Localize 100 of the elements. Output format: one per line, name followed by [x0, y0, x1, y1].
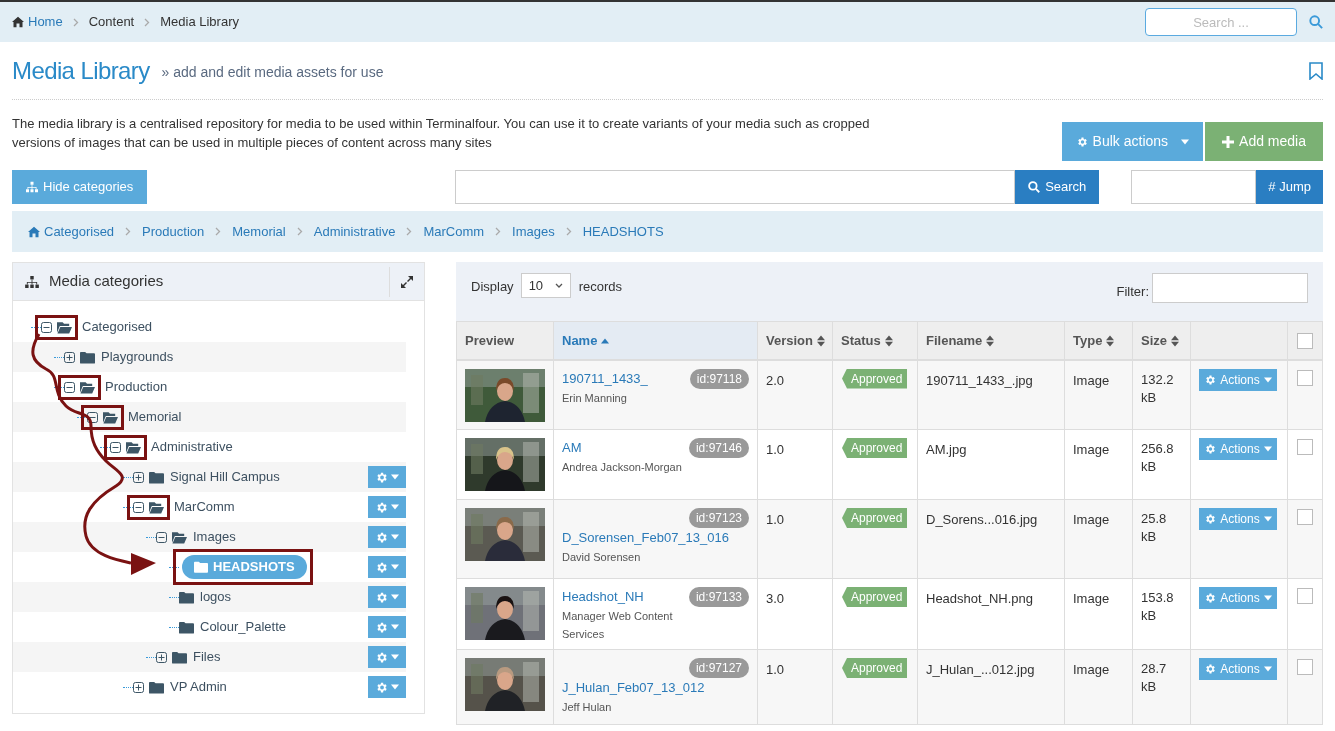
tree-item[interactable]: Administrative	[151, 437, 406, 457]
row-checkbox[interactable]	[1297, 509, 1313, 525]
home-link[interactable]: Home	[12, 12, 63, 32]
column-header[interactable]: Size	[1132, 321, 1191, 360]
gear-icon	[1204, 663, 1217, 675]
actions-button[interactable]: Actions	[1199, 587, 1277, 609]
category-menu-button[interactable]	[368, 496, 406, 518]
caret-icon	[391, 473, 399, 481]
table-cell: AM.jpg	[917, 429, 1065, 500]
media-name-link[interactable]: Headshot_NH	[562, 588, 644, 606]
row-checkbox[interactable]	[1297, 659, 1313, 675]
table-cell: 1.0	[757, 429, 833, 500]
search-field[interactable]: Search ...	[1145, 8, 1297, 36]
category-link[interactable]: Production	[142, 221, 205, 242]
gear-icon	[375, 560, 388, 574]
add-media-button[interactable]: Add media	[1205, 122, 1323, 161]
actions-button[interactable]: Actions	[1199, 508, 1277, 530]
column-header[interactable]: Preview	[456, 321, 554, 360]
category-menu-button[interactable]	[368, 466, 406, 488]
media-search-field[interactable]	[455, 170, 1016, 204]
tree-item[interactable]: Colour_Palette	[200, 617, 368, 637]
bookmark-icon[interactable]	[1309, 61, 1323, 80]
collapse-icon[interactable]	[133, 501, 144, 513]
column-header[interactable]: Version	[757, 321, 833, 360]
row-checkbox[interactable]	[1297, 588, 1313, 604]
folder-icon	[80, 350, 95, 364]
row-checkbox[interactable]	[1297, 369, 1313, 386]
media-description: Erin Manning	[562, 390, 628, 406]
category-menu-button[interactable]	[368, 586, 406, 608]
gear-icon	[1204, 373, 1217, 386]
id-badge: id:97127	[688, 658, 749, 678]
gear-icon	[1075, 135, 1088, 148]
expand-icon[interactable]	[133, 471, 144, 483]
collapse-icon[interactable]	[41, 321, 52, 333]
collapse-icon[interactable]	[156, 531, 167, 543]
category-menu-button[interactable]	[368, 526, 406, 548]
table-cell: 256.8 kB	[1132, 429, 1191, 500]
actions-button[interactable]: Actions	[1199, 658, 1277, 680]
search-icon	[1028, 181, 1041, 193]
media-name-link[interactable]: J_Hulan_Feb07_13_012	[562, 679, 705, 697]
filter-field[interactable]	[1152, 273, 1308, 303]
tree-item[interactable]: Categorised	[82, 317, 406, 337]
expand-icon[interactable]	[156, 651, 167, 663]
category-link[interactable]: Administrative	[313, 221, 396, 242]
plus-icon	[1222, 135, 1235, 148]
row-checkbox[interactable]	[1297, 439, 1313, 455]
chevron-icon	[296, 227, 303, 236]
jump-field[interactable]	[1131, 170, 1257, 204]
gear-icon	[375, 680, 388, 694]
column-header[interactable]: Name	[553, 321, 758, 360]
category-menu-button[interactable]	[368, 676, 406, 698]
table-cell: Image	[1064, 578, 1133, 650]
sitemap-icon	[25, 275, 39, 288]
category-menu-button[interactable]	[368, 616, 406, 638]
gear-icon	[1204, 592, 1217, 604]
expand-icon[interactable]	[401, 275, 413, 288]
media-name-link[interactable]: 190711_1433_	[562, 369, 648, 388]
category-link[interactable]: Categorised	[28, 221, 115, 242]
breadcrumb-item: Content	[88, 13, 135, 32]
caret-icon	[1263, 594, 1272, 602]
tree-item[interactable]: HEADSHOTS	[182, 555, 307, 579]
actions-button[interactable]: Actions	[1199, 368, 1277, 391]
filter-label: Filter:	[1116, 283, 1149, 301]
page-size-select[interactable]: 10	[520, 273, 571, 298]
category-link[interactable]: Memorial	[232, 221, 286, 242]
category-link[interactable]: MarComm	[423, 221, 485, 242]
collapse-icon[interactable]	[87, 411, 98, 423]
collapse-icon[interactable]	[64, 381, 75, 393]
caret-icon	[391, 683, 399, 691]
tree-item[interactable]: Production	[105, 377, 406, 397]
bulk-actions-button[interactable]: Bulk actions	[1061, 122, 1204, 161]
jump-button[interactable]: # Jump	[1256, 170, 1323, 204]
gear-icon	[375, 500, 388, 514]
select-all-checkbox[interactable]	[1297, 333, 1313, 350]
hide-categories-button[interactable]: Hide categories	[12, 170, 148, 204]
media-name-link[interactable]: AM	[562, 439, 582, 457]
caret-icon	[391, 563, 399, 571]
column-header[interactable]: Type	[1064, 321, 1133, 360]
collapse-icon[interactable]	[110, 441, 121, 453]
id-badge: id:97118	[689, 368, 749, 389]
actions-button[interactable]: Actions	[1199, 438, 1277, 460]
category-link[interactable]: Images	[512, 221, 555, 242]
caret-icon	[1263, 375, 1272, 384]
table-cell: 3.0	[757, 578, 833, 650]
category-menu-button[interactable]	[368, 556, 406, 578]
column-header[interactable]: Status	[832, 321, 918, 360]
expand-icon[interactable]	[133, 681, 144, 693]
category-link[interactable]: HEADSHOTS	[582, 221, 664, 242]
caret-icon	[391, 533, 399, 541]
expand-icon[interactable]	[64, 351, 75, 363]
sitemap-icon	[26, 181, 38, 193]
column-header[interactable]: Filename	[917, 321, 1065, 360]
media-name-link[interactable]: D_Sorensen_Feb07_13_016	[562, 529, 729, 547]
category-menu-button[interactable]	[368, 646, 406, 668]
tree-item[interactable]: VP Admin	[170, 677, 368, 697]
search-button[interactable]: Search	[1015, 170, 1100, 204]
search-icon[interactable]	[1309, 15, 1323, 29]
folder-icon	[149, 470, 164, 484]
tree-item[interactable]: MarComm	[174, 497, 368, 517]
status-badge: Approved	[842, 368, 908, 389]
